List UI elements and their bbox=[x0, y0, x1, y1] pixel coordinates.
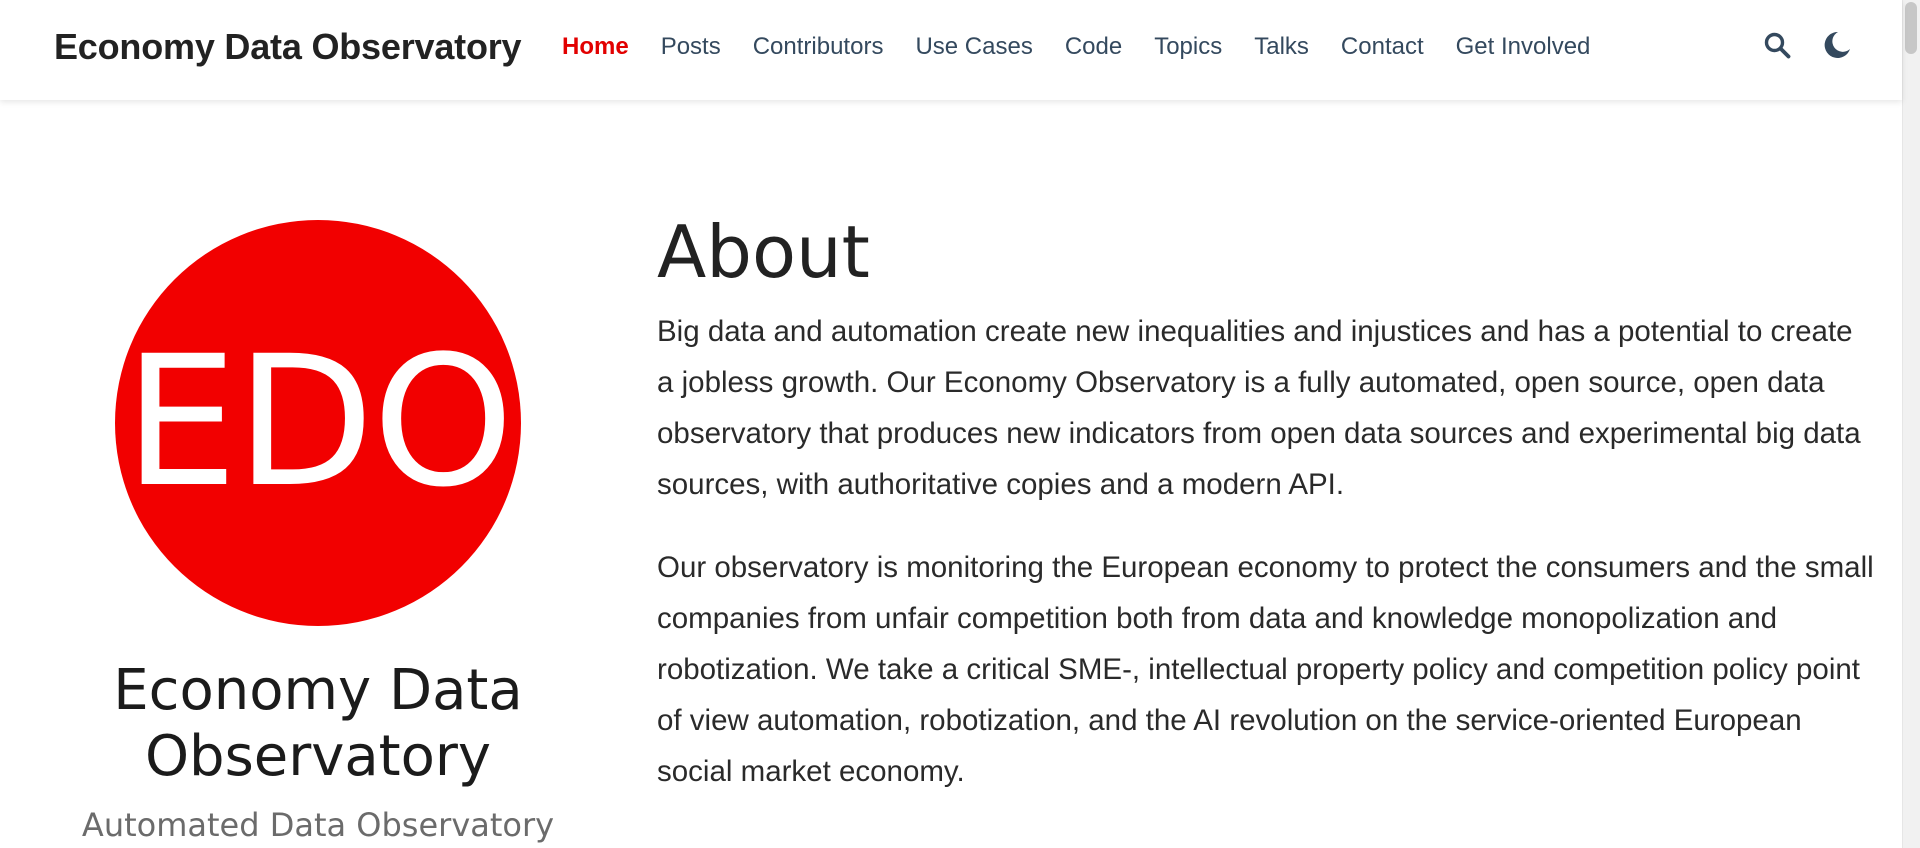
nav-actions bbox=[1762, 30, 1852, 60]
edo-logo: EDO bbox=[115, 220, 521, 626]
profile-name-line1: Economy Data bbox=[113, 658, 523, 723]
profile-name: Economy Data Observatory bbox=[0, 658, 636, 790]
about-paragraph-1: Big data and automation create new inequ… bbox=[657, 315, 1861, 501]
nav-contributors[interactable]: Contributors bbox=[753, 33, 884, 61]
brand-link[interactable]: Economy Data Observatory bbox=[54, 26, 522, 68]
top-navbar: Economy Data Observatory Home Posts Cont… bbox=[0, 0, 1902, 100]
scrollbar-thumb[interactable] bbox=[1905, 2, 1917, 54]
nav-code[interactable]: Code bbox=[1065, 33, 1122, 61]
nav-contact[interactable]: Contact bbox=[1341, 33, 1424, 61]
about-paragraph-2: Our observatory is monitoring the Europe… bbox=[657, 551, 1874, 788]
logo-text: EDO bbox=[123, 318, 514, 527]
nav-home[interactable]: Home bbox=[562, 33, 629, 61]
nav-talks[interactable]: Talks bbox=[1254, 33, 1309, 61]
nav-posts[interactable]: Posts bbox=[661, 33, 721, 61]
main-nav: Home Posts Contributors Use Cases Code T… bbox=[562, 33, 1622, 61]
nav-use-cases[interactable]: Use Cases bbox=[915, 33, 1032, 61]
main-content: About Big data and automation create new… bbox=[657, 212, 1877, 829]
profile-name-line2: Observatory bbox=[144, 724, 492, 789]
page-title: About bbox=[657, 210, 870, 294]
moon-icon[interactable] bbox=[1822, 30, 1852, 60]
nav-get-involved[interactable]: Get Involved bbox=[1456, 33, 1591, 61]
nav-topics[interactable]: Topics bbox=[1154, 33, 1222, 61]
page-scrollbar[interactable] bbox=[1902, 0, 1920, 848]
profile-subtitle: Automated Data Observatory bbox=[81, 806, 555, 844]
search-icon[interactable] bbox=[1762, 30, 1792, 60]
page: Economy Data Observatory Home Posts Cont… bbox=[0, 0, 1920, 848]
